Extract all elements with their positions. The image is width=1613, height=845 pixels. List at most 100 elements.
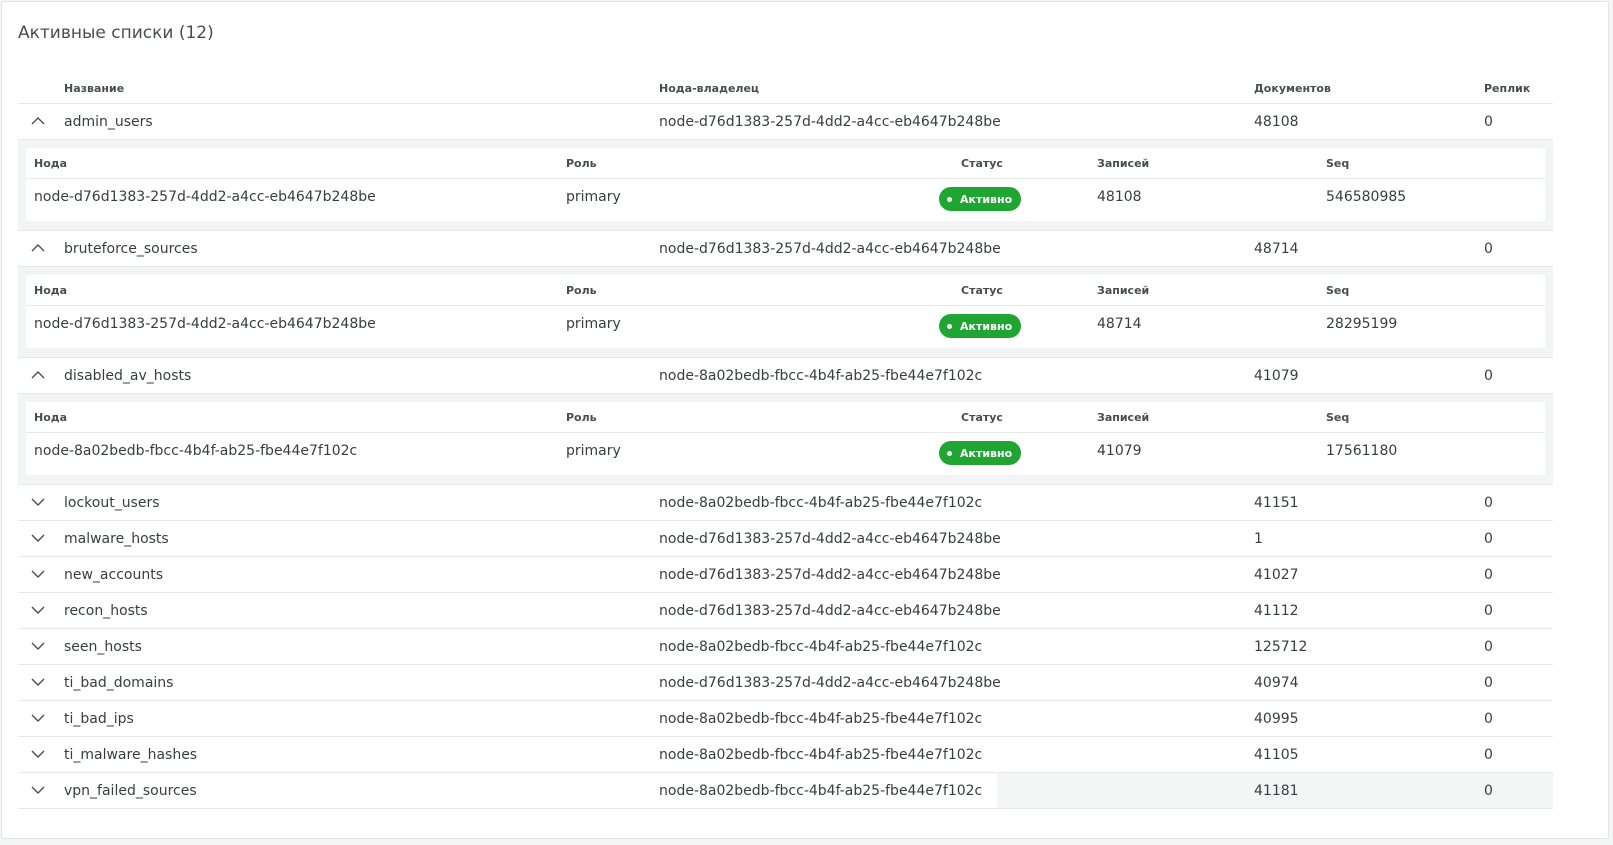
chevron-down-icon[interactable] xyxy=(31,677,45,687)
row-owner-node: node-8a02bedb-fbcc-4b4f-ab25-fbe44e7f102… xyxy=(659,495,983,511)
detail-table-header: Нода Роль Статус Записей Seq xyxy=(26,275,1545,306)
detail-node: node-d76d1383-257d-4dd2-a4cc-eb4647b248b… xyxy=(34,189,376,205)
status-dot-icon xyxy=(947,450,952,456)
row-owner-node: node-d76d1383-257d-4dd2-a4cc-eb4647b248b… xyxy=(659,603,1001,619)
row-name: ti_bad_ips xyxy=(64,711,134,727)
row-name: vpn_failed_sources xyxy=(64,783,197,799)
row-owner-node: node-8a02bedb-fbcc-4b4f-ab25-fbe44e7f102… xyxy=(659,747,983,763)
table-row[interactable]: new_accounts node-d76d1383-257d-4dd2-a4cc… xyxy=(18,557,1553,593)
chevron-down-icon[interactable] xyxy=(31,713,45,723)
column-header-docs[interactable]: Документов xyxy=(1254,82,1331,95)
table-row[interactable]: malware_hosts node-d76d1383-257d-4dd2-a4c… xyxy=(18,521,1553,557)
row-owner-node: node-8a02bedb-fbcc-4b4f-ab25-fbe44e7f102… xyxy=(659,639,983,655)
row-docs-count: 48714 xyxy=(1254,241,1299,257)
status-badge: Активно xyxy=(939,187,1022,211)
detail-seq: 17561180 xyxy=(1326,443,1398,459)
detail-header-role: Роль xyxy=(566,284,597,297)
detail-header-node: Нода xyxy=(34,411,68,424)
chevron-down-icon[interactable] xyxy=(31,533,45,543)
row-replicas-count: 0 xyxy=(1484,241,1493,257)
row-owner-node: node-8a02bedb-fbcc-4b4f-ab25-fbe44e7f102… xyxy=(659,711,983,727)
detail-records: 48108 xyxy=(1097,189,1142,205)
detail-header-seq: Seq xyxy=(1326,284,1350,297)
detail-status: Активно xyxy=(939,314,1022,338)
table-row[interactable]: disabled_av_hosts node-8a02bedb-fbcc-4b4f… xyxy=(18,358,1553,394)
row-name: new_accounts xyxy=(64,567,164,583)
chevron-up-icon[interactable] xyxy=(31,116,45,126)
status-badge-label: Активно xyxy=(960,192,1013,206)
chevron-down-icon[interactable] xyxy=(31,785,45,795)
status-badge: Активно xyxy=(939,441,1022,465)
detail-header-role: Роль xyxy=(566,157,597,170)
detail-role: primary xyxy=(566,189,621,205)
row-docs-count: 48108 xyxy=(1254,114,1299,130)
detail-header-records: Записей xyxy=(1097,157,1150,170)
detail-table-header: Нода Роль Статус Записей Seq xyxy=(26,148,1545,179)
table-row[interactable]: ti_bad_ips node-8a02bedb-fbcc-4b4f-ab25-f… xyxy=(18,701,1553,737)
row-name: ti_bad_domains xyxy=(64,675,174,691)
row-name: bruteforce_sources xyxy=(64,241,198,257)
table-body: admin_users node-d76d1383-257d-4dd2-a4cc-… xyxy=(18,104,1553,809)
detail-row: node-d76d1383-257d-4dd2-a4cc-eb4647b248b… xyxy=(26,306,1545,348)
table-row[interactable]: lockout_users node-8a02bedb-fbcc-4b4f-ab2… xyxy=(18,485,1553,521)
row-replicas-count: 0 xyxy=(1484,639,1493,655)
row-replicas-count: 0 xyxy=(1484,603,1493,619)
row-replicas-count: 0 xyxy=(1484,567,1493,583)
row-name: malware_hosts xyxy=(64,531,169,547)
column-header-name[interactable]: Название xyxy=(64,82,124,95)
status-dot-icon xyxy=(947,196,952,202)
row-name: lockout_users xyxy=(64,495,160,511)
detail-seq: 546580985 xyxy=(1326,189,1407,205)
detail-header-status: Статус xyxy=(961,157,1003,170)
row-name: admin_users xyxy=(64,114,153,130)
chevron-down-icon[interactable] xyxy=(31,641,45,651)
table-row[interactable]: admin_users node-d76d1383-257d-4dd2-a4cc-… xyxy=(18,104,1553,140)
table-row[interactable]: ti_malware_hashes node-8a02bedb-fbcc-4b4f… xyxy=(18,737,1553,773)
chevron-down-icon[interactable] xyxy=(31,497,45,507)
status-badge: Активно xyxy=(939,314,1022,338)
active-lists-table: Название Нода-владелец Документов Реплик… xyxy=(18,72,1553,809)
row-docs-count: 125712 xyxy=(1254,639,1308,655)
row-owner-node: node-d76d1383-257d-4dd2-a4cc-eb4647b248b… xyxy=(659,241,1001,257)
row-name: recon_hosts xyxy=(64,603,148,619)
row-detail-panel: Нода Роль Статус Записей Seq node-d76d1383-25… xyxy=(18,267,1553,358)
chevron-down-icon[interactable] xyxy=(31,605,45,615)
detail-node: node-8a02bedb-fbcc-4b4f-ab25-fbe44e7f102… xyxy=(34,443,358,459)
row-owner-node: node-d76d1383-257d-4dd2-a4cc-eb4647b248b… xyxy=(659,567,1001,583)
detail-header-seq: Seq xyxy=(1326,411,1350,424)
row-name: ti_malware_hashes xyxy=(64,747,198,763)
chevron-up-icon[interactable] xyxy=(31,370,45,380)
row-docs-count: 41105 xyxy=(1254,747,1299,763)
table-row[interactable]: seen_hosts node-8a02bedb-fbcc-4b4f-ab25-f… xyxy=(18,629,1553,665)
detail-row: node-8a02bedb-fbcc-4b4f-ab25-fbe44e7f102… xyxy=(26,433,1545,475)
detail-seq: 28295199 xyxy=(1326,316,1398,332)
table-row[interactable]: vpn_failed_sources node-8a02bedb-fbcc-4b4… xyxy=(18,773,1553,809)
row-docs-count: 40974 xyxy=(1254,675,1299,691)
detail-role: primary xyxy=(566,316,621,332)
chevron-up-icon[interactable] xyxy=(31,243,45,253)
row-replicas-count: 0 xyxy=(1484,114,1493,130)
row-name: disabled_av_hosts xyxy=(64,368,192,384)
chevron-down-icon[interactable] xyxy=(31,569,45,579)
table-row[interactable]: recon_hosts node-d76d1383-257d-4dd2-a4cc-… xyxy=(18,593,1553,629)
chevron-down-icon[interactable] xyxy=(31,749,45,759)
status-badge-label: Активно xyxy=(960,319,1013,333)
row-docs-count: 40995 xyxy=(1254,711,1299,727)
panel-title: Активные списки (12) xyxy=(18,23,214,43)
detail-status: Активно xyxy=(939,187,1022,211)
table-row[interactable]: bruteforce_sources node-d76d1383-257d-4dd… xyxy=(18,231,1553,267)
column-header-replicas[interactable]: Реплик xyxy=(1484,82,1530,95)
row-name: seen_hosts xyxy=(64,639,142,655)
row-docs-count: 41027 xyxy=(1254,567,1299,583)
detail-row: node-d76d1383-257d-4dd2-a4cc-eb4647b248b… xyxy=(26,179,1545,221)
detail-header-seq: Seq xyxy=(1326,157,1350,170)
detail-header-records: Записей xyxy=(1097,284,1150,297)
table-row[interactable]: ti_bad_domains node-d76d1383-257d-4dd2-a4… xyxy=(18,665,1553,701)
detail-header-status: Статус xyxy=(961,284,1003,297)
column-header-owner[interactable]: Нода-владелец xyxy=(659,82,759,95)
row-replicas-count: 0 xyxy=(1484,747,1493,763)
status-dot-icon xyxy=(947,323,952,329)
row-replicas-count: 0 xyxy=(1484,711,1493,727)
row-detail-panel: Нода Роль Статус Записей Seq node-d76d1383-25… xyxy=(18,140,1553,231)
table-header: Название Нода-владелец Документов Реплик xyxy=(18,72,1553,104)
